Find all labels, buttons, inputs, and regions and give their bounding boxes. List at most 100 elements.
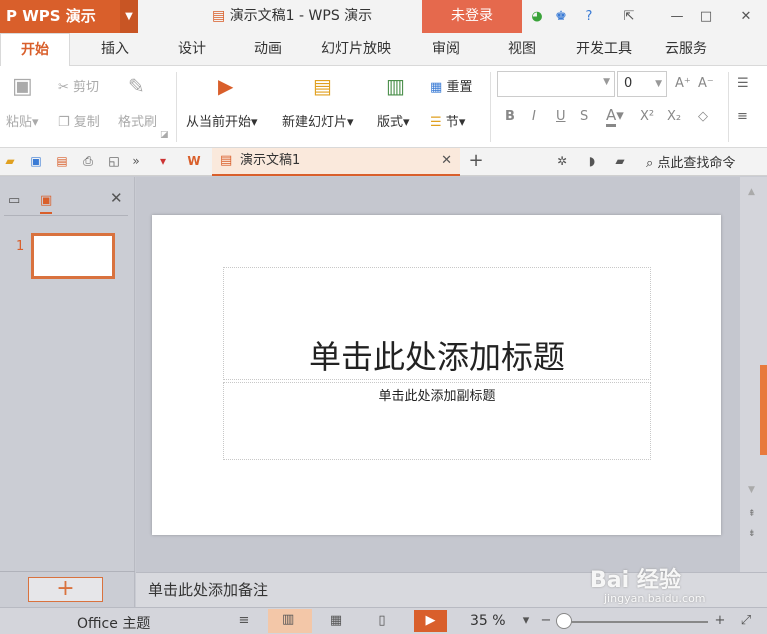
minimize-icon[interactable]: —: [668, 8, 686, 26]
tab-review[interactable]: 审阅: [416, 33, 476, 66]
zoom-dropdown-icon[interactable]: ▾: [516, 612, 536, 630]
notes-toggle-icon[interactable]: ≡: [234, 612, 254, 630]
new-slide-icon: ▤: [313, 74, 332, 98]
ribbon-home: ▣ 粘贴▾ ✂ 剪切 ❐ 复制 ✎ 格式刷 ◪ ▶ 从当前开始▾ ▤ 新建幻灯片…: [0, 66, 767, 148]
restore-ribbon-icon[interactable]: ⇱: [620, 8, 638, 26]
close-icon[interactable]: ✕: [737, 8, 755, 26]
save-icon[interactable]: ▣: [28, 153, 44, 169]
title-placeholder[interactable]: 单击此处添加标题: [223, 267, 651, 380]
slides-view-icon[interactable]: ▣: [40, 193, 53, 214]
format-painter-button[interactable]: 格式刷: [118, 111, 157, 130]
app-menu-dropdown-icon[interactable]: ▼: [120, 0, 138, 33]
search-command[interactable]: ⌕ 点此查找命令: [646, 152, 735, 171]
print-preview-icon[interactable]: ◱: [106, 153, 122, 169]
wps-home-icon[interactable]: W: [186, 153, 202, 169]
close-tab-icon[interactable]: ✕: [441, 148, 452, 174]
slide[interactable]: 单击此处添加标题 单击此处添加副标题: [152, 215, 721, 535]
play-from-current-button[interactable]: 从当前开始▾: [186, 111, 258, 130]
app-name: WPS 演示: [22, 7, 96, 25]
bullet-list-icon[interactable]: ☰: [737, 76, 749, 91]
scroll-up-icon[interactable]: ▲: [748, 187, 755, 197]
more-icon[interactable]: »: [128, 153, 144, 169]
baidu-watermark: Bai 经验: [590, 568, 681, 593]
paste-button[interactable]: 粘贴▾: [6, 111, 39, 130]
fit-window-icon[interactable]: ⤢: [736, 612, 756, 630]
zoom-in-icon[interactable]: +: [710, 612, 730, 630]
print-icon[interactable]: ⎙: [80, 153, 96, 169]
zoom-slider-thumb[interactable]: [556, 613, 572, 629]
slide-canvas-area: 单击此处添加标题 单击此处添加副标题: [136, 177, 740, 572]
play-slideshow-button[interactable]: ▶: [414, 610, 447, 632]
open-icon[interactable]: ▰: [2, 153, 18, 169]
normal-view-button[interactable]: ▥: [268, 609, 312, 633]
vertical-scrollbar[interactable]: ▲ ▼ ⇞ ⇟: [740, 177, 767, 572]
tab-cloud[interactable]: 云服务: [654, 33, 718, 66]
sorter-view-icon[interactable]: ▦: [326, 612, 346, 630]
panel-divider: [4, 215, 128, 216]
window-title: ▤ 演示文稿1 - WPS 演示: [212, 8, 373, 24]
tab-slideshow[interactable]: 幻灯片放映: [312, 33, 400, 66]
pin-icon[interactable]: ✲: [554, 153, 570, 169]
zoom-out-icon[interactable]: −: [536, 612, 556, 630]
next-slide-icon[interactable]: ⇟: [748, 529, 756, 539]
superscript-icon[interactable]: X²: [640, 109, 654, 124]
tab-home[interactable]: 开始: [0, 33, 70, 67]
underline-icon[interactable]: U: [556, 109, 566, 124]
align-icon[interactable]: ≡: [737, 109, 748, 124]
copy-button[interactable]: ❐ 复制: [58, 111, 100, 130]
help-icon[interactable]: ?: [580, 8, 598, 26]
separator: [490, 72, 491, 142]
font-size-select[interactable]: 0 ▼: [617, 71, 667, 97]
new-tab-icon[interactable]: +: [468, 152, 484, 170]
outline-view-icon[interactable]: ▭: [8, 193, 20, 208]
bold-icon[interactable]: B: [505, 109, 515, 124]
font-color-icon[interactable]: A▾: [606, 106, 624, 127]
separator: [728, 72, 729, 142]
layout-icon: ▥: [386, 74, 405, 98]
title-bar: P WPS 演示 ▼ ▤ 演示文稿1 - WPS 演示 未登录 ◕ ♚ ? ⇱ …: [0, 0, 767, 33]
tab-animation[interactable]: 动画: [238, 33, 298, 66]
new-slide-button[interactable]: 新建幻灯片▾: [282, 111, 354, 130]
scroll-down-icon[interactable]: ▼: [748, 485, 755, 495]
document-tab[interactable]: ▤ 演示文稿1 ✕: [212, 148, 460, 176]
maximize-icon[interactable]: □: [697, 8, 715, 26]
tab-insert[interactable]: 插入: [85, 33, 145, 66]
export-pdf-icon[interactable]: ▤: [54, 153, 70, 169]
shrink-font-icon[interactable]: A⁻: [698, 76, 714, 91]
add-slide-button[interactable]: +: [28, 577, 103, 602]
prev-slide-icon[interactable]: ⇞: [748, 509, 756, 519]
tab-view[interactable]: 视图: [492, 33, 552, 66]
slide-thumbnail[interactable]: [31, 233, 115, 279]
reading-view-icon[interactable]: ▯: [372, 612, 392, 630]
tab-developer[interactable]: 开发工具: [566, 33, 642, 66]
side-panel-toggle[interactable]: [760, 365, 767, 455]
section-button[interactable]: ☰ 节▾: [430, 111, 465, 130]
browser-icon[interactable]: ◕: [528, 8, 546, 26]
layout-button[interactable]: 版式▾: [377, 111, 410, 130]
font-name-select[interactable]: ▼: [497, 71, 615, 97]
shadow-icon[interactable]: S: [580, 109, 588, 124]
subscript-icon[interactable]: X₂: [667, 109, 681, 124]
login-button[interactable]: 未登录: [422, 0, 522, 33]
reset-button[interactable]: ▦ 重置: [430, 76, 472, 95]
skin-icon[interactable]: ♚: [552, 8, 570, 26]
app-menu-button[interactable]: P WPS 演示: [0, 0, 120, 33]
cut-button[interactable]: ✂ 剪切: [58, 76, 99, 95]
status-bar: Office 主题 ≡ ▥ ▦ ▯ ▶ 35 % ▾ − + ⤢: [0, 607, 767, 634]
customize-icon[interactable]: ▾: [155, 153, 171, 169]
italic-icon[interactable]: I: [532, 109, 536, 124]
panel-divider: [0, 571, 135, 572]
zoom-slider-track[interactable]: [558, 621, 708, 623]
share-icon[interactable]: ◗: [584, 153, 600, 169]
comment-icon[interactable]: ▰: [612, 153, 628, 169]
brush-icon: ✎: [128, 74, 145, 98]
subtitle-placeholder[interactable]: 单击此处添加副标题: [223, 382, 651, 460]
clear-format-icon[interactable]: ◇: [698, 109, 708, 124]
close-panel-icon[interactable]: ✕: [110, 189, 123, 207]
search-icon: ⌕: [646, 156, 654, 171]
tab-design[interactable]: 设计: [162, 33, 222, 66]
grow-font-icon[interactable]: A⁺: [675, 76, 691, 91]
clipboard-launcher-icon[interactable]: ◪: [160, 130, 169, 140]
wps-logo-icon: P: [6, 7, 17, 25]
presentation-icon: ▤: [220, 153, 233, 168]
